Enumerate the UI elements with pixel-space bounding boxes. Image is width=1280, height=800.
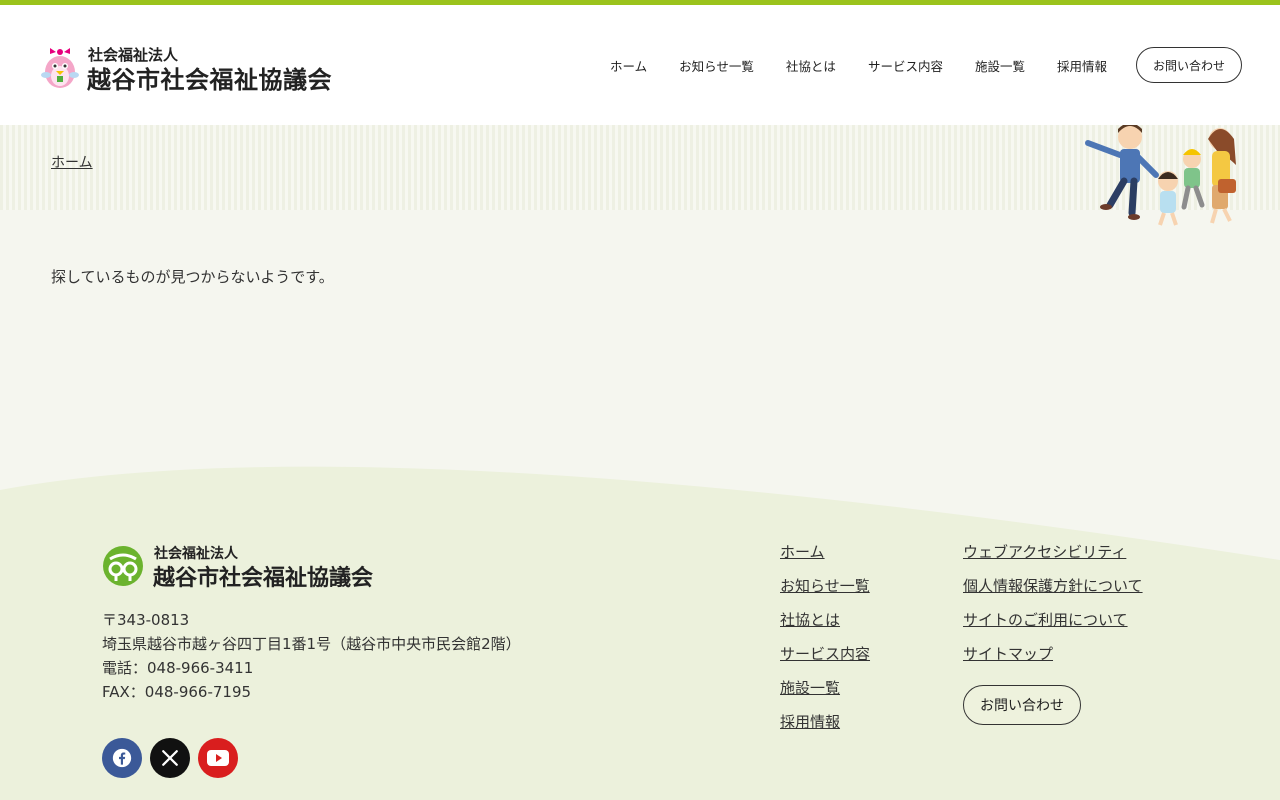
footer-link-privacy[interactable]: 個人情報保護方針について bbox=[963, 574, 1143, 608]
contact-button[interactable]: お問い合わせ bbox=[1135, 47, 1242, 83]
address-text: 埼玉県越谷市越ヶ谷四丁目1番1号（越谷市中央市民会館2階） bbox=[102, 635, 521, 653]
footer-link-about[interactable]: 社協とは bbox=[780, 608, 870, 642]
x-icon bbox=[162, 750, 178, 766]
facebook-icon bbox=[112, 748, 132, 768]
x-button[interactable] bbox=[150, 738, 190, 778]
social-links bbox=[102, 738, 246, 778]
footer-link-sitemap[interactable]: サイトマップ bbox=[963, 642, 1143, 676]
mascot-icon bbox=[41, 48, 79, 88]
footer-link-facilities[interactable]: 施設一覧 bbox=[780, 676, 870, 710]
footer-link-services[interactable]: サービス内容 bbox=[780, 642, 870, 676]
youtube-icon bbox=[207, 750, 229, 766]
postal-code: 〒343-0813 bbox=[102, 611, 190, 629]
footer-contact-button[interactable]: お問い合わせ bbox=[963, 685, 1081, 725]
breadcrumb-home-link[interactable]: ホーム bbox=[51, 152, 93, 172]
site-logo[interactable]: 社会福祉法人 越谷市社会福祉協議会 bbox=[36, 42, 356, 96]
logo-org-name: 越谷市社会福祉協議会 bbox=[87, 66, 332, 94]
youtube-button[interactable] bbox=[198, 738, 238, 778]
footer-link-home[interactable]: ホーム bbox=[780, 540, 870, 574]
nav-item-home[interactable]: ホーム bbox=[610, 56, 647, 75]
not-found-message: 探しているものが見つからないようです。 bbox=[51, 268, 334, 286]
nav-item-facilities[interactable]: 施設一覧 bbox=[975, 56, 1025, 75]
footer-link-terms[interactable]: サイトのご利用について bbox=[963, 608, 1143, 642]
family-illustration bbox=[1085, 125, 1236, 226]
facebook-button[interactable] bbox=[102, 738, 142, 778]
nav-item-about[interactable]: 社協とは bbox=[786, 56, 836, 75]
footer-link-accessibility[interactable]: ウェブアクセシビリティ bbox=[963, 540, 1143, 574]
nav-item-services[interactable]: サービス内容 bbox=[868, 56, 943, 75]
phone-number: 電話：048-966-3411 bbox=[102, 659, 254, 677]
footer-link-recruit[interactable]: 採用情報 bbox=[780, 710, 870, 744]
nav-item-recruit[interactable]: 採用情報 bbox=[1057, 56, 1107, 75]
fax-number: FAX：048-966-7195 bbox=[102, 683, 252, 701]
footer-nav-primary: ホーム お知らせ一覧 社協とは サービス内容 施設一覧 採用情報 bbox=[780, 540, 870, 744]
footer-org-name: 越谷市社会福祉協議会 bbox=[153, 566, 374, 591]
footer-logo[interactable]: 社会福祉法人 越谷市社会福祉協議会 bbox=[102, 543, 402, 591]
footer-address-block: 〒343-0813 埼玉県越谷市越ヶ谷四丁目1番1号（越谷市中央市民会館2階） … bbox=[102, 608, 521, 704]
footer-nav-secondary: ウェブアクセシビリティ 個人情報保護方針について サイトのご利用について サイト… bbox=[963, 540, 1143, 676]
emblem-icon bbox=[103, 546, 143, 586]
nav-item-news[interactable]: お知らせ一覧 bbox=[679, 56, 754, 75]
global-nav: ホーム お知らせ一覧 社協とは サービス内容 施設一覧 採用情報 お問い合わせ bbox=[610, 47, 1242, 83]
footer-link-news[interactable]: お知らせ一覧 bbox=[780, 574, 870, 608]
site-header: 社会福祉法人 越谷市社会福祉協議会 ホーム お知らせ一覧 社協とは サービス内容… bbox=[0, 5, 1280, 125]
